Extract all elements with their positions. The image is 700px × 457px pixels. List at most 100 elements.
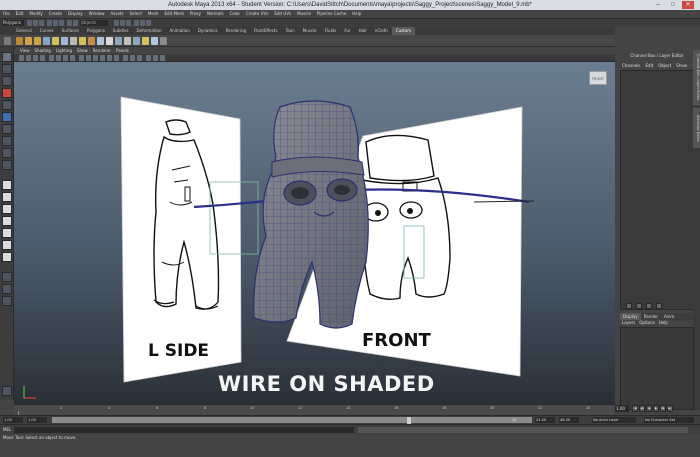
playback-start-field[interactable]: 1.00 [27, 417, 47, 423]
go-to-start-button[interactable]: |◀ [632, 405, 638, 412]
go-to-end-button[interactable]: ▶| [667, 405, 673, 412]
render-icon[interactable] [114, 20, 119, 26]
shelf-tool-icon[interactable] [142, 37, 149, 45]
select-component-icon[interactable] [59, 20, 64, 26]
custom-layout-icon[interactable] [2, 284, 12, 294]
image-plane-icon[interactable] [40, 55, 45, 61]
current-time-field[interactable]: 1.00 [615, 405, 629, 412]
move-tool-icon[interactable] [2, 88, 12, 98]
shelf-tab-subdivs[interactable]: Subdivs [109, 27, 133, 35]
menu-create[interactable]: Create [49, 10, 62, 18]
menu-muscle[interactable]: Muscle [297, 10, 311, 18]
close-button[interactable]: ✕ [682, 1, 694, 9]
range-slider[interactable] [52, 417, 532, 425]
antialiasing-icon[interactable] [160, 55, 165, 61]
layer-list[interactable] [620, 327, 694, 410]
layer-menu-help[interactable]: Help [659, 320, 668, 326]
panel-menu-shading[interactable]: Shading [35, 47, 51, 54]
new-scene-icon[interactable] [27, 20, 32, 26]
snap-grid-icon[interactable] [67, 20, 72, 26]
new-layer-icon[interactable] [646, 303, 652, 309]
xray-icon[interactable] [123, 55, 128, 61]
menu-window[interactable]: Window [89, 10, 105, 18]
view-cube[interactable]: FRONT [589, 71, 607, 85]
shelf-tool-icon[interactable] [16, 37, 23, 45]
scale-tool-icon[interactable] [2, 112, 12, 122]
channel-box-panel[interactable] [620, 70, 694, 310]
tool-settings-toggle-icon[interactable] [140, 20, 145, 26]
channel-box-menu-edit[interactable]: Edit [646, 63, 654, 68]
isolate-select-icon[interactable] [137, 55, 142, 61]
tab-channel-box[interactable]: Channel Box / Layer Editor [693, 50, 700, 105]
select-object-icon[interactable] [53, 20, 58, 26]
script-editor-icon[interactable] [2, 386, 12, 396]
tab-attribute-editor[interactable]: Attribute Editor [693, 108, 700, 148]
grid-icon[interactable] [49, 55, 54, 61]
menu-file[interactable]: File [3, 10, 10, 18]
shadows-icon[interactable] [114, 55, 119, 61]
shelf-tool-icon[interactable] [133, 37, 140, 45]
panel-menu-panels[interactable]: Panels [116, 47, 129, 54]
menu-select[interactable]: Select [130, 10, 142, 18]
persp-outliner-layout-icon[interactable] [2, 204, 12, 214]
shelf-tab-fur[interactable]: Fur [340, 27, 354, 35]
shelf-tool-icon[interactable] [25, 37, 32, 45]
playback-end-field[interactable]: 24.00 [535, 417, 555, 423]
high-quality-icon[interactable] [146, 55, 151, 61]
film-gate-icon[interactable] [56, 55, 61, 61]
wireframe-icon[interactable] [79, 55, 84, 61]
shelf-tool-icon[interactable] [88, 37, 95, 45]
step-forward-key-button[interactable]: |▶ [660, 405, 666, 412]
menu-proxy[interactable]: Proxy [190, 10, 201, 18]
new-layer-selected-icon[interactable] [656, 303, 662, 309]
menu-set-selector[interactable]: Polygons [2, 20, 24, 26]
paint-select-tool-icon[interactable] [2, 76, 12, 86]
time-slider[interactable]: 2 4 6 8 10 12 14 16 18 20 22 24 [14, 404, 615, 415]
shelf-tab-hair[interactable]: Hair [355, 27, 371, 35]
persp-graph-layout-icon[interactable] [2, 216, 12, 226]
shelf-tab-surfaces[interactable]: Surfaces [58, 27, 83, 35]
hypershade-layout-icon[interactable] [2, 228, 12, 238]
menu-pipeline-cache[interactable]: Pipeline Cache [317, 10, 346, 18]
shelf-tool-icon[interactable] [115, 37, 122, 45]
shelf-tab-general[interactable]: General [12, 27, 36, 35]
snap-curve-icon[interactable] [73, 20, 78, 26]
shelf-tab-animation[interactable]: Animation [166, 27, 194, 35]
command-input[interactable] [14, 427, 354, 433]
layer-menu-options[interactable]: Options [639, 320, 654, 326]
lights-icon[interactable] [107, 55, 112, 61]
shelf-tool-icon[interactable] [34, 37, 41, 45]
shelf-menu-icon[interactable] [4, 37, 11, 45]
animation-start-field[interactable]: 1.00 [3, 417, 23, 423]
resolution-gate-icon[interactable] [63, 55, 68, 61]
ipr-render-icon[interactable] [120, 20, 125, 26]
shelf-tool-icon[interactable] [61, 37, 68, 45]
shelf-tab-polygons[interactable]: Polygons [83, 27, 109, 35]
animation-end-field[interactable]: 48.00 [559, 417, 579, 423]
shelf-tab-rendering[interactable]: Rendering [222, 27, 250, 35]
play-backwards-button[interactable]: ◀ [646, 405, 652, 412]
shelf-tab-painteffects[interactable]: PaintEffects [250, 27, 282, 35]
attribute-editor-toggle-icon[interactable] [134, 20, 139, 26]
custom-layout-icon[interactable] [2, 272, 12, 282]
save-scene-icon[interactable] [39, 20, 44, 26]
maximize-button[interactable]: □ [667, 1, 679, 9]
open-scene-icon[interactable] [33, 20, 38, 26]
menu-color[interactable]: Color [230, 10, 240, 18]
menu-mesh[interactable]: Mesh [148, 10, 159, 18]
shelf-tab-toon[interactable]: Toon [282, 27, 299, 35]
shelf-tool-icon[interactable] [97, 37, 104, 45]
single-perspective-layout-icon[interactable] [2, 180, 12, 190]
channel-box-menu-object[interactable]: Object [658, 63, 671, 68]
shelf-tool-icon[interactable] [52, 37, 59, 45]
viewport-3d[interactable]: L SIDE FRONT FRONT [14, 62, 615, 404]
render-settings-icon[interactable] [126, 20, 131, 26]
shelf-tool-icon[interactable] [79, 37, 86, 45]
layer-up-icon[interactable] [626, 303, 632, 309]
select-tool-icon[interactable] [2, 52, 12, 62]
outliner-layout-icon[interactable] [2, 240, 12, 250]
layer-tab-render[interactable]: Render [641, 313, 661, 320]
wireframe-on-shaded-icon[interactable] [93, 55, 98, 61]
shelf-tab-deformation[interactable]: Deformation [133, 27, 166, 35]
select-hierarchy-icon[interactable] [47, 20, 52, 26]
